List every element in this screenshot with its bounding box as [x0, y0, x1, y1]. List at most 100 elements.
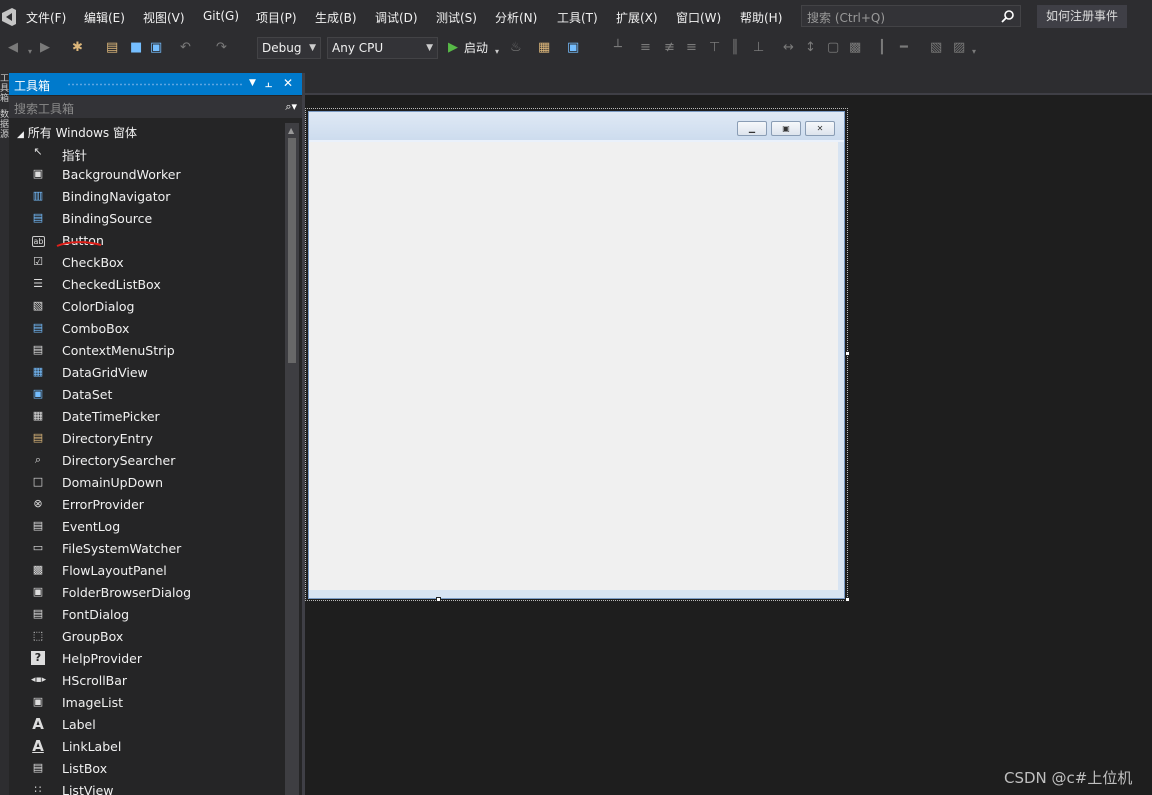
minimize-icon[interactable]: ▁ — [737, 121, 767, 136]
resize-handle-bottom-right[interactable] — [845, 597, 850, 602]
toolbox-item-checkedlistbox[interactable]: ☰ CheckedListBox — [9, 274, 279, 296]
resize-handle-right[interactable] — [845, 351, 850, 356]
align-middles-icon[interactable]: ║ — [731, 40, 739, 56]
size-to-grid-icon[interactable]: ▩ — [849, 40, 861, 56]
window-position-dropdown-icon[interactable]: ▼ — [249, 78, 256, 88]
toolbox-item-listview[interactable]: ∷ ListView — [9, 780, 279, 795]
form-client-area[interactable] — [309, 142, 838, 590]
make-same-height-icon[interactable]: ↕ — [805, 40, 816, 56]
menu-build[interactable]: 生成(B) — [315, 9, 357, 26]
open-file-icon[interactable]: ▤ — [106, 40, 118, 56]
toolbox-item-pointer[interactable]: ↖ 指针 — [9, 142, 279, 164]
menu-test[interactable]: 测试(S) — [436, 9, 477, 26]
menu-edit[interactable]: 编辑(E) — [84, 9, 125, 26]
toolbox-item-contextmenustrip[interactable]: ▤ ContextMenuStrip — [9, 340, 279, 362]
visual-studio-logo-icon[interactable] — [0, 7, 18, 27]
solution-platform-select[interactable]: Any CPU ▼ — [327, 37, 438, 59]
start-button[interactable]: 启动 — [464, 39, 488, 56]
designer-form[interactable]: ▁ ▣ ✕ — [308, 111, 845, 599]
menu-view[interactable]: 视图(V) — [143, 9, 185, 26]
designer-icon[interactable]: ▣ — [567, 40, 579, 56]
menu-help[interactable]: 帮助(H) — [740, 9, 782, 26]
toolbox-item-combobox[interactable]: ▤ ComboBox — [9, 318, 279, 340]
toolbox-item-directoryentry[interactable]: ▤ DirectoryEntry — [9, 428, 279, 450]
toolbox-item-bindingnavigator[interactable]: ▥ BindingNavigator — [9, 186, 279, 208]
toolbar-overflow-icon[interactable]: ▾ — [972, 44, 976, 60]
align-centers-icon[interactable]: ≢ — [664, 40, 675, 56]
toolbox-item-listbox[interactable]: ▤ ListBox — [9, 758, 279, 780]
new-project-icon[interactable]: ✱ — [72, 40, 83, 56]
toolbox-item-domainupdown[interactable]: □ DomainUpDown — [9, 472, 279, 494]
toolbox-item-directorysearcher[interactable]: ⌕ DirectorySearcher — [9, 450, 279, 472]
toolbox-item-label[interactable]: A Label — [9, 714, 279, 736]
toolbox-item-bindingsource[interactable]: ▤ BindingSource — [9, 208, 279, 230]
toolbox-item-fontdialog[interactable]: ▤ FontDialog — [9, 604, 279, 626]
toolbox-item-button[interactable]: ab Button — [9, 230, 279, 252]
align-icon[interactable]: ┴ — [614, 40, 622, 56]
toolbox-scrollbar[interactable]: ▲ — [285, 123, 299, 795]
menu-extensions[interactable]: 扩展(X) — [616, 9, 658, 26]
toolbox-item-folderbrowserdialog[interactable]: ▣ FolderBrowserDialog — [9, 582, 279, 604]
menu-tools[interactable]: 工具(T) — [557, 9, 598, 26]
close-icon[interactable]: ✕ — [805, 121, 835, 136]
event-registration-button[interactable]: 如何注册事件 — [1037, 5, 1127, 28]
toolbox-item-imagelist[interactable]: ▣ ImageList — [9, 692, 279, 714]
toolbox-item-helpprovider[interactable]: ? HelpProvider — [9, 648, 279, 670]
save-icon[interactable]: ■ — [130, 40, 142, 56]
resize-handle-bottom[interactable] — [436, 597, 441, 602]
align-rights-icon[interactable]: ≡ — [686, 40, 697, 56]
toolbox-item-eventlog[interactable]: ▤ EventLog — [9, 516, 279, 538]
save-all-icon[interactable]: ▣ — [150, 40, 162, 56]
forward-icon[interactable]: ▶ — [40, 40, 50, 56]
side-tab-toolbox[interactable]: 工具箱 — [0, 74, 9, 104]
undo-icon[interactable]: ↶ — [180, 40, 191, 56]
toolbox-item-colordialog[interactable]: ▧ ColorDialog — [9, 296, 279, 318]
redo-icon[interactable]: ↷ — [216, 40, 227, 56]
toolbox-item-linklabel[interactable]: A LinkLabel — [9, 736, 279, 758]
make-same-size-icon[interactable]: ▢ — [827, 40, 839, 56]
side-tab-data-sources[interactable]: 数据源 — [0, 110, 9, 140]
search-icon[interactable] — [1001, 9, 1015, 23]
pin-icon[interactable]: ⫠ — [265, 76, 272, 91]
toolbox-item-datagridview[interactable]: ▦ DataGridView — [9, 362, 279, 384]
scroll-up-icon[interactable]: ▲ — [288, 126, 294, 135]
toolbox-item-groupbox[interactable]: ⬚ GroupBox — [9, 626, 279, 648]
back-icon[interactable]: ◀ — [8, 40, 18, 56]
toolbox-item-checkbox[interactable]: ☑ CheckBox — [9, 252, 279, 274]
make-same-width-icon[interactable]: ↔ — [783, 40, 794, 56]
toolbox-item-filesystemwatcher[interactable]: ▭ FileSystemWatcher — [9, 538, 279, 560]
back-dropdown-icon[interactable]: ▾ — [28, 44, 32, 60]
menu-git[interactable]: Git(G) — [203, 9, 239, 23]
toolbox-search-input[interactable]: 搜索工具箱 ⌕▾ — [9, 96, 302, 118]
toolbox-item-backgroundworker[interactable]: ▣ BackgroundWorker — [9, 164, 279, 186]
bring-to-front-icon[interactable]: ▧ — [930, 40, 942, 56]
menu-analyze[interactable]: 分析(N) — [495, 9, 537, 26]
vertical-spacing-icon[interactable]: ━ — [900, 40, 908, 56]
menu-debug[interactable]: 调试(D) — [375, 9, 418, 26]
solution-explorer-icon[interactable]: ▦ — [538, 40, 550, 56]
close-icon[interactable]: ✕ — [283, 76, 293, 90]
menu-project[interactable]: 项目(P) — [256, 9, 297, 26]
align-tops-icon[interactable]: ⊤ — [709, 40, 720, 56]
send-to-back-icon[interactable]: ▨ — [953, 40, 965, 56]
maximize-icon[interactable]: ▣ — [771, 121, 801, 136]
align-lefts-icon[interactable]: ≡ — [640, 40, 651, 56]
horizontal-spacing-icon[interactable]: ┃ — [878, 40, 886, 56]
toolbox-group-header[interactable]: ◢ 所有 Windows 窗体 — [17, 124, 137, 141]
global-search-input[interactable]: 搜索 (Ctrl+Q) — [801, 5, 1021, 27]
start-play-icon[interactable]: ▶ — [448, 40, 458, 56]
search-icon[interactable]: ⌕▾ — [285, 100, 297, 114]
align-bottoms-icon[interactable]: ⊥ — [753, 40, 764, 56]
menu-window[interactable]: 窗口(W) — [676, 9, 721, 26]
toolbox-item-errorprovider[interactable]: ⊗ ErrorProvider — [9, 494, 279, 516]
toolbox-item-hscrollbar[interactable]: ◂▪▸ HScrollBar — [9, 670, 279, 692]
toolbox-item-dataset[interactable]: ▣ DataSet — [9, 384, 279, 406]
scrollbar-thumb[interactable] — [288, 138, 296, 363]
solution-configuration-select[interactable]: Debug ▼ — [257, 37, 321, 59]
start-dropdown-icon[interactable]: ▾ — [495, 44, 499, 60]
toolbox-item-datetimepicker[interactable]: ▦ DateTimePicker — [9, 406, 279, 428]
collapse-triangle-icon[interactable]: ◢ — [17, 130, 24, 140]
hot-reload-icon[interactable]: ♨ — [510, 40, 522, 56]
toolbox-item-flowlayoutpanel[interactable]: ▩ FlowLayoutPanel — [9, 560, 279, 582]
menu-file[interactable]: 文件(F) — [26, 9, 66, 26]
